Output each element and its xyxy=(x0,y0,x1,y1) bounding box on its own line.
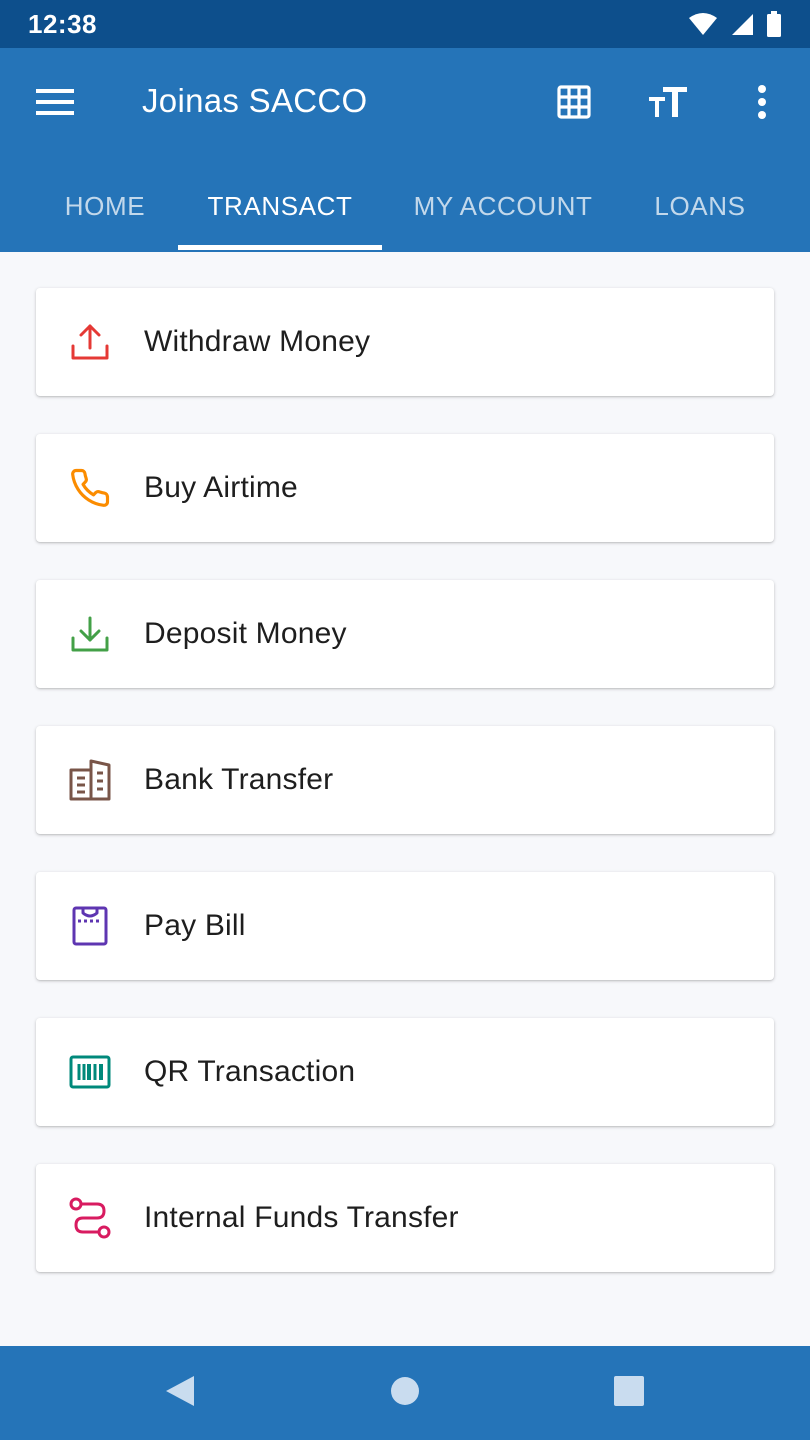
toolbar: Joinas SACCO xyxy=(0,48,810,160)
app-title: Joinas SACCO xyxy=(142,82,368,119)
upload-icon xyxy=(36,288,144,396)
item-label: Pay Bill xyxy=(144,909,246,942)
tab-bar: HOME TRANSACT MY ACCOUNT LOANS xyxy=(0,160,810,252)
barcode-icon xyxy=(36,1018,144,1126)
menu-button[interactable] xyxy=(30,82,80,126)
tab-transact[interactable]: TRANSACT xyxy=(178,160,382,252)
item-label: Bank Transfer xyxy=(144,763,334,796)
bank-icon xyxy=(36,726,144,834)
withdraw-money-item[interactable]: Withdraw Money xyxy=(36,288,774,396)
bank-transfer-item[interactable]: Bank Transfer xyxy=(36,726,774,834)
wifi-icon xyxy=(688,12,718,36)
battery-icon xyxy=(766,11,782,37)
tab-home[interactable]: HOME xyxy=(30,160,180,252)
signal-icon xyxy=(730,12,754,36)
home-button[interactable] xyxy=(385,1373,425,1413)
home-icon xyxy=(390,1376,420,1411)
system-nav-bar xyxy=(0,1346,810,1440)
back-icon xyxy=(164,1374,196,1413)
back-button[interactable] xyxy=(160,1373,200,1413)
text-size-button[interactable] xyxy=(644,80,692,128)
more-vert-icon xyxy=(757,84,767,124)
download-icon xyxy=(36,580,144,688)
app-bar: Joinas SACCO HOME TRANSACT MY ACCOUNT LO… xyxy=(0,48,810,252)
grid-icon xyxy=(557,84,591,124)
item-label: Buy Airtime xyxy=(144,471,298,504)
buy-airtime-item[interactable]: Buy Airtime xyxy=(36,434,774,542)
more-options-button[interactable] xyxy=(738,80,786,128)
item-label: Withdraw Money xyxy=(144,325,371,358)
item-label: Deposit Money xyxy=(144,617,347,650)
pay-bill-item[interactable]: Pay Bill xyxy=(36,872,774,980)
deposit-money-item[interactable]: Deposit Money xyxy=(36,580,774,688)
qr-transaction-item[interactable]: QR Transaction xyxy=(36,1018,774,1126)
internal-funds-transfer-item[interactable]: Internal Funds Transfer xyxy=(36,1164,774,1272)
route-icon xyxy=(36,1164,144,1272)
recent-apps-button[interactable] xyxy=(609,1373,649,1413)
status-bar: 12:38 xyxy=(0,0,810,48)
transaction-list: Withdraw Money Buy Airtime Deposit Money… xyxy=(36,288,774,1310)
status-icons xyxy=(688,11,782,37)
text-size-icon xyxy=(649,86,687,122)
hamburger-icon xyxy=(36,88,74,120)
item-label: QR Transaction xyxy=(144,1055,356,1088)
status-time: 12:38 xyxy=(28,8,97,39)
bill-icon xyxy=(36,872,144,980)
item-label: Internal Funds Transfer xyxy=(144,1201,459,1234)
recent-apps-icon xyxy=(614,1375,644,1411)
tab-loans[interactable]: LOANS xyxy=(622,160,778,252)
grid-button[interactable] xyxy=(550,80,598,128)
tab-indicator xyxy=(178,245,382,250)
phone-icon xyxy=(36,434,144,542)
tab-my-account[interactable]: MY ACCOUNT xyxy=(388,160,618,252)
